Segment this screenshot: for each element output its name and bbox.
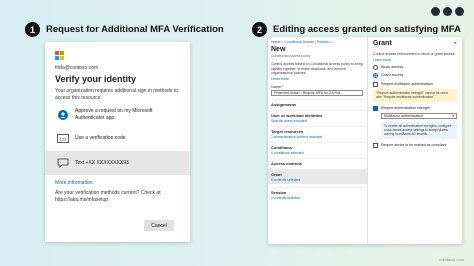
mfa-signin-card: frida@contoso.com Verify your identity Y… <box>45 42 190 242</box>
option-label: Text +XX XXXXXXXX93 <box>75 159 129 166</box>
step-1-number: 1 <box>25 22 40 37</box>
more-information-link[interactable]: More information <box>55 180 180 186</box>
section-link[interactable]: 1 authentication context included <box>271 135 364 139</box>
radio-label: Grant access <box>381 73 404 78</box>
chevron-down-icon: ▾ <box>452 114 454 119</box>
page-title: New <box>271 46 286 53</box>
checkbox-label: Require authentication strength <box>381 105 430 110</box>
verify-description: Your organization requires additional si… <box>55 88 178 101</box>
require-mfa-checkbox[interactable]: Require multifactor authentication <box>373 82 457 88</box>
verification-help-text: Are your verification methods current? C… <box>55 190 161 203</box>
policy-description: Control access based on Conditional Acce… <box>271 62 363 76</box>
block-access-radio[interactable]: Block access <box>373 64 457 70</box>
select-value: Multifactor authentication <box>384 114 423 119</box>
option-text-message[interactable]: Text +XX XXXXXXXX93 <box>45 151 190 175</box>
step-2-title: Editing access granted on satisfying MFA <box>273 24 461 35</box>
radio-icon <box>373 64 378 70</box>
section-title: Assignments <box>271 101 297 107</box>
grant-pane: Grant × Control access enforcement to bl… <box>368 37 462 244</box>
section-link[interactable]: Specific users included <box>271 119 364 123</box>
section-users[interactable]: User or workload identities Specific use… <box>271 109 364 123</box>
microsoft-logo-icon <box>55 51 64 60</box>
option-verification-code[interactable]: 123 Use a verification code <box>55 128 180 148</box>
section-link[interactable]: 0 controls selected <box>271 178 364 182</box>
section-session[interactable]: Session 0 controls selected <box>271 186 364 200</box>
step-1-header: 1 Request for Additional MFA Verificatio… <box>25 22 224 37</box>
require-compliant-device-checkbox[interactable]: Require device to be marked as compliant <box>373 143 457 149</box>
policy-name-input[interactable]: Protected Action - Require MFA for CA Po… <box>271 89 363 96</box>
grant-description: Control access enforcement to block or g… <box>373 52 456 56</box>
section-grant[interactable]: Grant 0 controls selected <box>268 168 367 184</box>
dot-icon <box>431 7 440 16</box>
authentication-strength-select[interactable]: Multifactor authentication ▾ <box>381 113 457 120</box>
page-subtitle: Conditional Access policy <box>271 54 311 58</box>
section-access-controls: Access controls <box>271 157 364 166</box>
step-1-title: Request for Additional MFA Verification <box>46 24 224 35</box>
option-authenticator-app[interactable]: Approve a request on my Microsoft Authen… <box>55 104 180 125</box>
section-title: Access controls <box>271 160 302 166</box>
require-strength-checkbox[interactable]: Require authentication strength <box>373 106 457 112</box>
dot-icon <box>455 7 464 16</box>
checkbox-label: Require device to be marked as compliant <box>381 142 447 147</box>
conditional-access-panel: Home > Conditional Access | Policies > .… <box>268 37 462 244</box>
learn-more-link[interactable]: Learn more <box>373 58 457 62</box>
authenticator-app-icon <box>57 109 69 121</box>
breadcrumb[interactable]: Home > Conditional Access | Policies > .… <box>271 40 364 44</box>
checkbox-checked-icon <box>373 106 378 112</box>
option-label: Approve a request on my Microsoft Authen… <box>75 108 153 121</box>
section-link[interactable]: 0 conditions selected <box>271 151 364 155</box>
option-label: Use a verification code <box>75 134 126 141</box>
step-2-header: 2 Editing access granted on satisfying M… <box>252 22 461 37</box>
svg-text:123: 123 <box>60 136 67 141</box>
section-conditions[interactable]: Conditions 0 conditions selected <box>271 141 364 155</box>
section-title: Target resources <box>271 128 304 134</box>
learn-more-link[interactable]: Learn more <box>271 77 364 81</box>
grant-access-radio[interactable]: Grant access <box>373 72 457 78</box>
verification-code-icon: 123 <box>57 132 69 144</box>
section-title: Conditions <box>271 144 292 150</box>
section-title: User or workload identities <box>271 112 323 118</box>
section-target-resources[interactable]: Target resources 1 authentication contex… <box>271 125 364 139</box>
step-2-number: 2 <box>252 22 267 37</box>
verify-title: Verify your identity <box>55 74 137 84</box>
mfa-warning: "Require authentication strength" cannot… <box>373 89 457 102</box>
section-link[interactable]: 0 controls selected <box>271 196 364 200</box>
radio-selected-icon <box>373 72 378 78</box>
section-title: Grant <box>271 171 282 177</box>
cancel-button[interactable]: Cancel <box>144 220 174 231</box>
dot-icon <box>443 7 452 16</box>
checkbox-icon <box>373 82 378 88</box>
sms-icon <box>57 157 69 169</box>
radio-label: Block access <box>381 65 404 70</box>
checkbox-icon <box>373 143 378 149</box>
grant-header: Grant × <box>373 40 457 47</box>
section-assignments: Assignments <box>271 98 364 107</box>
watermark: condacct.com <box>439 257 464 262</box>
account-email: frida@contoso.com <box>55 65 99 71</box>
grant-title: Grant <box>373 40 392 47</box>
section-title: Session <box>271 189 287 195</box>
strength-info: To enable all authentication strengths, … <box>381 122 457 139</box>
close-icon[interactable]: × <box>453 41 457 47</box>
name-label: Name * <box>271 84 284 89</box>
new-policy-pane: Home > Conditional Access | Policies > .… <box>268 37 368 244</box>
checkbox-label: Require multifactor authentication <box>381 81 434 86</box>
window-dots <box>431 7 464 16</box>
